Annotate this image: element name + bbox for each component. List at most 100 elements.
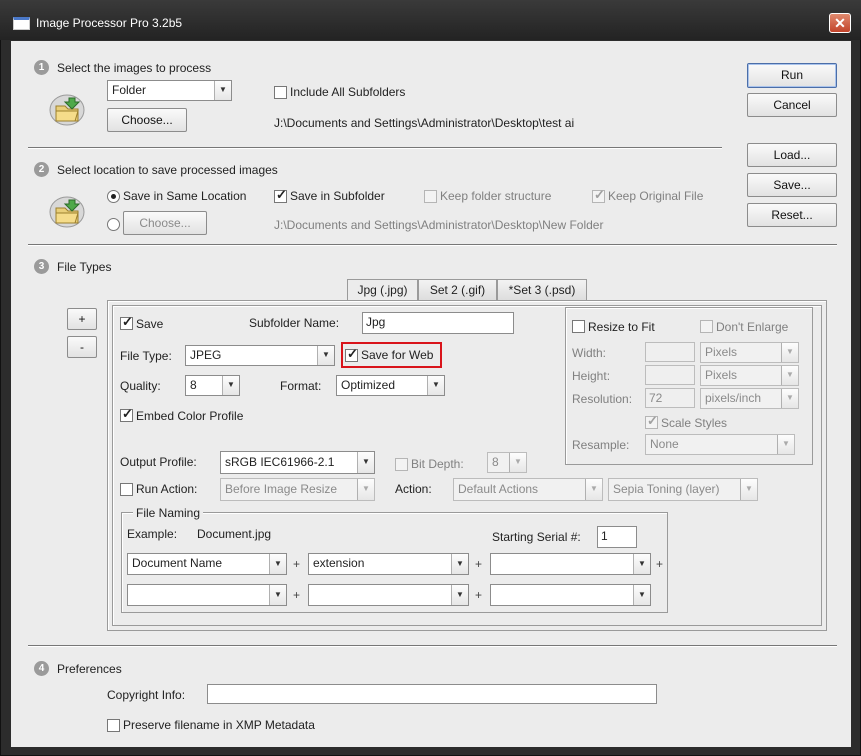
divider	[28, 645, 837, 647]
format-select[interactable]: Optimized ▼	[336, 375, 445, 396]
bit-depth-label: Bit Depth:	[411, 457, 464, 471]
destination-path: J:\Documents and Settings\Administrator\…	[274, 218, 604, 232]
resolution-input[interactable]: 72	[645, 388, 695, 408]
action-label: Action:	[395, 482, 432, 496]
quality-select[interactable]: 8 ▼	[185, 375, 240, 396]
keep-folder-structure-label: Keep folder structure	[440, 189, 552, 203]
keep-folder-structure-checkbox[interactable]	[424, 190, 437, 203]
chevron-down-icon: ▼	[451, 554, 468, 574]
chevron-down-icon: ▼	[509, 453, 526, 472]
embed-color-profile-label: Embed Color Profile	[136, 409, 244, 423]
run-action-select[interactable]: Before Image Resize ▼	[220, 478, 375, 501]
action-set-select[interactable]: Default Actions ▼	[453, 478, 603, 501]
cancel-button[interactable]: Cancel	[747, 93, 837, 117]
same-location-radio[interactable]	[107, 190, 120, 203]
copyright-input[interactable]	[207, 684, 657, 704]
scale-styles-label: Scale Styles	[661, 416, 728, 430]
format-value: Optimized	[341, 378, 396, 392]
width-unit-select[interactable]: Pixels ▼	[700, 342, 799, 363]
naming-select-2-value: extension	[313, 556, 365, 570]
plus-sign: +	[656, 557, 664, 571]
preserve-filename-checkbox[interactable]	[107, 719, 120, 732]
width-label: Width:	[572, 346, 607, 360]
run-button[interactable]: Run	[747, 63, 837, 88]
height-input[interactable]	[645, 365, 695, 385]
action-name-value: Sepia Toning (layer)	[613, 482, 720, 496]
save-type-checkbox[interactable]: ✓	[120, 314, 133, 330]
subfolder-name-label: Subfolder Name:	[249, 316, 340, 330]
save-settings-button[interactable]: Save...	[747, 173, 837, 197]
step-1-badge: 1	[34, 60, 49, 75]
naming-select-5[interactable]: ▼	[308, 584, 469, 606]
load-button[interactable]: Load...	[747, 143, 837, 167]
tab-set2[interactable]: Set 2 (.gif)	[418, 279, 497, 301]
resize-to-fit-checkbox[interactable]	[572, 320, 585, 333]
source-select[interactable]: Folder ▼	[107, 80, 232, 101]
chevron-down-icon: ▼	[222, 376, 239, 395]
step-3-badge: 3	[34, 259, 49, 274]
serial-input[interactable]: 1	[597, 526, 637, 548]
chevron-down-icon: ▼	[269, 554, 286, 574]
dialog-body: Run Cancel Load... Save... Reset... 1 Se…	[11, 41, 851, 747]
tab-set3[interactable]: *Set 3 (.psd)	[497, 279, 587, 301]
output-profile-label: Output Profile:	[120, 455, 197, 469]
file-naming-title: File Naming	[133, 506, 204, 520]
action-name-select[interactable]: Sepia Toning (layer) ▼	[608, 478, 758, 501]
plus-sign: +	[293, 588, 301, 602]
file-type-label: File Type:	[120, 349, 172, 363]
width-input[interactable]	[645, 342, 695, 362]
title-bar[interactable]: Image Processor Pro 3.2b5 ✕	[0, 0, 861, 40]
chevron-down-icon: ▼	[317, 346, 334, 365]
naming-select-1-value: Document Name	[132, 556, 223, 570]
save-in-subfolder-checkbox[interactable]: ✓	[274, 187, 287, 203]
section1-title: Select the images to process	[57, 61, 212, 75]
plus-sign: +	[293, 557, 301, 571]
keep-original-file-checkbox[interactable]: ✓	[592, 187, 605, 203]
example-value: Document.jpg	[197, 527, 272, 541]
add-set-button[interactable]: +	[67, 308, 97, 330]
close-icon[interactable]: ✕	[829, 13, 851, 33]
run-action-checkbox[interactable]	[120, 483, 133, 496]
bit-depth-select[interactable]: 8 ▼	[487, 452, 527, 473]
file-type-select[interactable]: JPEG ▼	[185, 345, 335, 366]
keep-original-file-label: Keep Original File	[608, 189, 704, 203]
section4-title: Preferences	[57, 662, 122, 676]
preserve-filename-label: Preserve filename in XMP Metadata	[123, 718, 315, 732]
choose-destination-button[interactable]: Choose...	[123, 211, 207, 235]
app-icon	[13, 17, 30, 30]
reset-button[interactable]: Reset...	[747, 203, 837, 227]
include-subfolders-checkbox[interactable]	[274, 86, 287, 99]
divider	[28, 147, 722, 149]
chevron-down-icon: ▼	[427, 376, 444, 395]
resample-select[interactable]: None ▼	[645, 434, 795, 455]
bit-depth-checkbox[interactable]	[395, 458, 408, 471]
chevron-down-icon: ▼	[740, 479, 757, 500]
naming-select-4[interactable]: ▼	[127, 584, 287, 606]
dont-enlarge-checkbox[interactable]	[700, 320, 713, 333]
embed-color-profile-checkbox[interactable]: ✓	[120, 406, 133, 422]
subfolder-name-input[interactable]: Jpg	[362, 312, 514, 334]
output-profile-select[interactable]: sRGB IEC61966-2.1 ▼	[220, 451, 375, 474]
choose-location-radio[interactable]	[107, 218, 120, 231]
resolution-unit-select[interactable]: pixels/inch ▼	[700, 388, 799, 409]
naming-select-3[interactable]: ▼	[490, 553, 651, 575]
scale-styles-checkbox[interactable]: ✓	[645, 413, 658, 429]
source-select-value: Folder	[112, 83, 147, 97]
bit-depth-value: 8	[492, 455, 499, 469]
height-unit-select[interactable]: Pixels ▼	[700, 365, 799, 386]
choose-source-button[interactable]: Choose...	[107, 108, 187, 132]
folder-icon	[49, 94, 85, 126]
remove-set-button[interactable]: -	[67, 336, 97, 358]
format-label: Format:	[280, 379, 322, 393]
naming-select-2[interactable]: extension ▼	[308, 553, 469, 575]
quality-value: 8	[190, 378, 197, 392]
width-unit-value: Pixels	[705, 345, 738, 359]
save-for-web-checkbox[interactable]: ✓	[345, 346, 358, 362]
tab-jpg[interactable]: Jpg (.jpg)	[347, 279, 418, 302]
quality-label: Quality:	[120, 379, 161, 393]
naming-select-6[interactable]: ▼	[490, 584, 651, 606]
plus-sign: +	[475, 557, 483, 571]
chevron-down-icon: ▼	[777, 435, 794, 454]
naming-select-1[interactable]: Document Name ▼	[127, 553, 287, 575]
chevron-down-icon: ▼	[633, 554, 650, 574]
